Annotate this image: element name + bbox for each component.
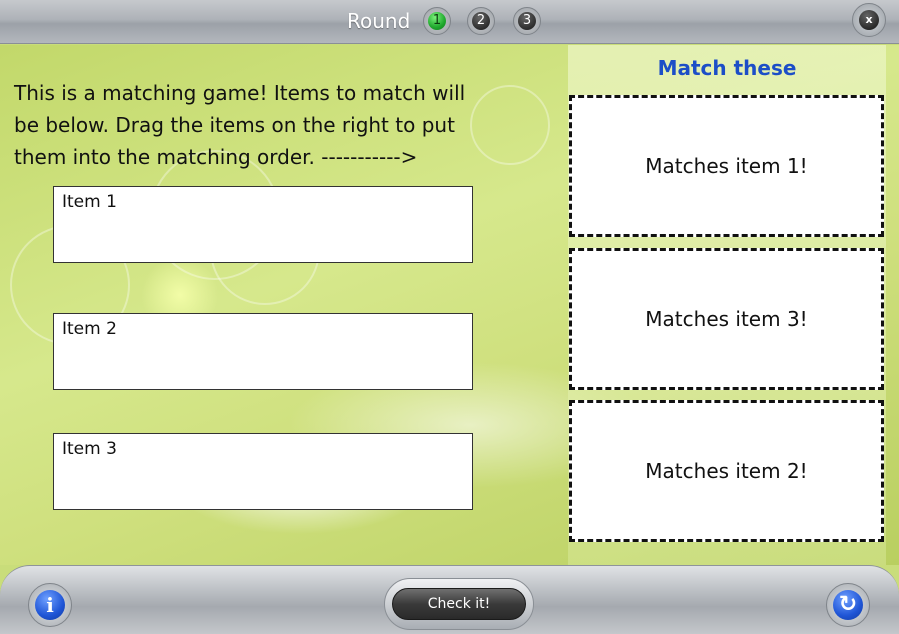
close-button[interactable]: x <box>852 3 886 37</box>
instructions-text: This is a matching game! Items to match … <box>14 77 534 173</box>
instructions-line-2: be below. Drag the items on the right to… <box>14 113 455 137</box>
item-label-2: Item 2 <box>62 319 117 339</box>
round-label: Round <box>347 9 411 33</box>
item-slot-2: Item 2 <box>53 313 473 390</box>
match-card-label-1: Matches item 1! <box>645 154 808 178</box>
instructions-line-3: them into the matching order. ----------… <box>14 145 418 169</box>
match-card-label-2: Matches item 3! <box>645 307 808 331</box>
check-it-button[interactable]: Check it! <box>392 588 526 620</box>
info-button[interactable]: i <box>28 583 72 627</box>
item-slot-3: Item 3 <box>53 433 473 510</box>
round-3-number: 3 <box>518 12 536 30</box>
check-button-frame: Check it! <box>384 578 534 630</box>
match-panel-title: Match these <box>657 56 797 80</box>
round-3-indicator[interactable]: 3 <box>513 7 541 35</box>
round-2-indicator[interactable]: 2 <box>467 7 495 35</box>
item-slot-1: Item 1 <box>53 186 473 263</box>
round-2-number: 2 <box>472 12 490 30</box>
refresh-icon: ↻ <box>833 590 863 620</box>
round-1-number: 1 <box>428 12 446 30</box>
item-label-1: Item 1 <box>62 192 117 212</box>
round-1-indicator[interactable]: 1 <box>423 7 451 35</box>
info-icon: i <box>35 590 65 620</box>
close-icon: x <box>859 10 879 30</box>
draggable-match-card-1[interactable]: Matches item 1! <box>569 95 884 237</box>
restart-button[interactable]: ↻ <box>826 583 870 627</box>
draggable-match-card-2[interactable]: Matches item 3! <box>569 248 884 390</box>
item-label-3: Item 3 <box>62 439 117 459</box>
instructions-line-1: This is a matching game! Items to match … <box>14 81 466 105</box>
title-bar: Round 1 2 3 x <box>0 0 899 44</box>
match-card-label-3: Matches item 2! <box>645 459 808 483</box>
draggable-match-card-3[interactable]: Matches item 2! <box>569 400 884 542</box>
